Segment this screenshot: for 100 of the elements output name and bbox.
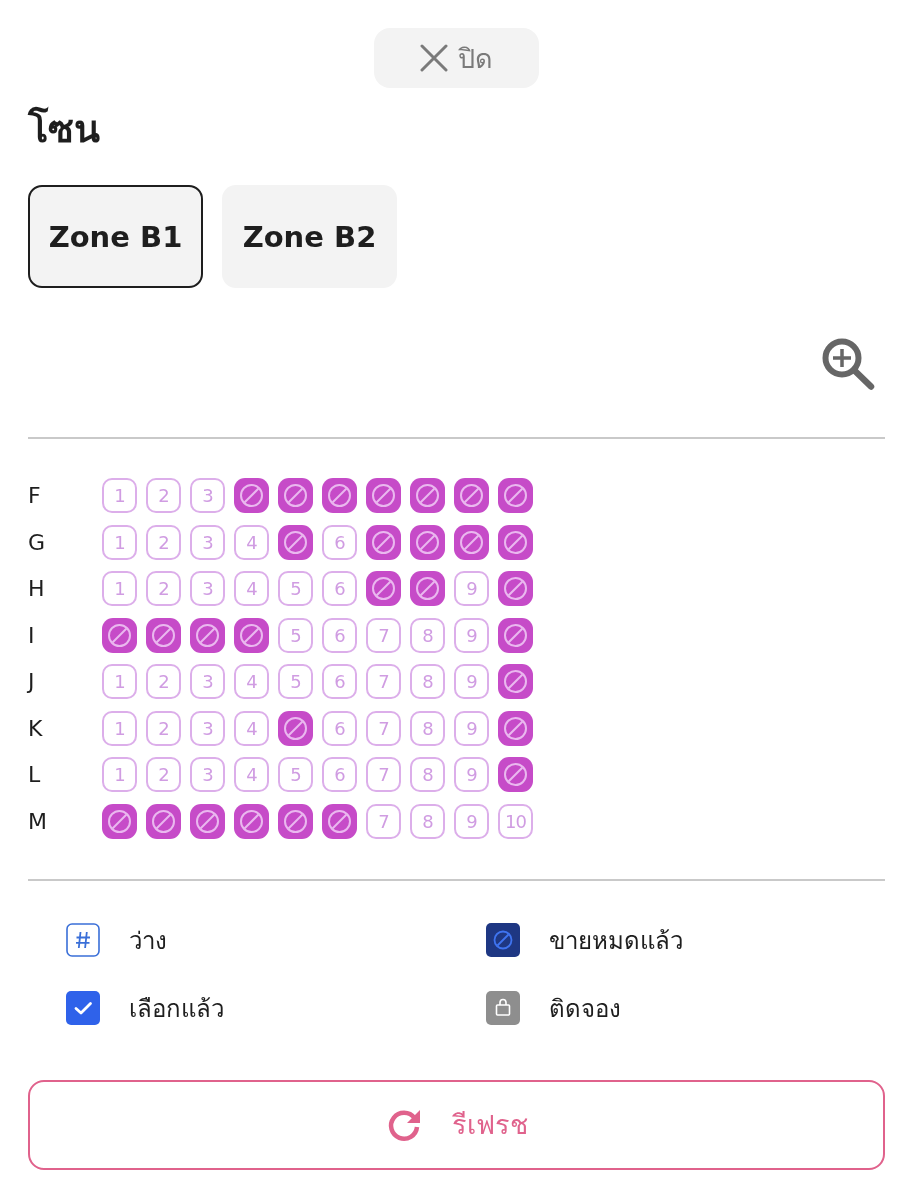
seat-button[interactable]: 2 — [146, 478, 181, 513]
seat-button[interactable]: 6 — [322, 664, 357, 699]
seat-button[interactable]: 10 — [498, 803, 533, 839]
blocked-seat-icon — [102, 803, 137, 839]
refresh-button[interactable]: รีเฟรช — [28, 1079, 885, 1170]
row-label: H — [28, 576, 46, 601]
seat-button[interactable]: 1 — [102, 757, 137, 792]
seat-button[interactable]: 7 — [366, 710, 401, 746]
seat-button[interactable]: 4 — [234, 571, 269, 606]
seat-button[interactable]: 7 — [366, 757, 401, 792]
row-label: L — [28, 762, 42, 787]
legend-label: ติดจอง — [549, 993, 621, 1025]
seat-button[interactable]: 8 — [410, 617, 445, 653]
seat-button[interactable]: 6 — [322, 757, 357, 792]
seat-button[interactable]: 8 — [410, 757, 445, 792]
seat-button[interactable]: 9 — [454, 617, 489, 653]
seat-button[interactable]: 2 — [146, 664, 181, 699]
seat-button[interactable]: 5 — [278, 664, 313, 699]
zone-tab[interactable]: Zone B1 — [28, 185, 203, 288]
row-label: J — [28, 669, 36, 694]
blocked-seat-icon — [190, 803, 225, 839]
seat-button[interactable]: 4 — [234, 757, 269, 792]
blocked-seat-icon — [498, 571, 533, 606]
seat-button[interactable]: 2 — [146, 524, 181, 560]
legend-label: ขายหมดแล้ว — [549, 925, 683, 957]
blocked-seat-icon — [102, 617, 137, 653]
blocked-seat-icon — [234, 478, 269, 513]
seat-button[interactable]: 9 — [454, 710, 489, 746]
seat-button[interactable]: 4 — [234, 664, 269, 699]
seat-button[interactable]: 3 — [190, 524, 225, 560]
seat-button[interactable]: 9 — [454, 571, 489, 606]
seat-button[interactable]: 3 — [190, 710, 225, 746]
blocked-seat-icon — [278, 803, 313, 839]
seat-button[interactable]: 7 — [366, 664, 401, 699]
checkbox-icon — [66, 991, 100, 1025]
row-label: G — [28, 529, 47, 555]
blocked-seat-icon — [498, 710, 533, 746]
seat-button[interactable]: 2 — [146, 710, 181, 746]
blocked-seat-icon — [366, 571, 401, 606]
seat-button[interactable]: 9 — [454, 757, 489, 792]
close-icon — [420, 44, 448, 72]
seat-button[interactable]: 9 — [454, 664, 489, 699]
row-label: F — [28, 483, 42, 508]
seat-button[interactable]: 3 — [190, 478, 225, 513]
blocked-seat-icon — [366, 478, 401, 513]
seat-button[interactable]: 1 — [102, 664, 137, 699]
seat-button[interactable]: 5 — [278, 757, 313, 792]
blocked-seat-icon — [322, 803, 357, 839]
seat-button[interactable]: 8 — [410, 664, 445, 699]
blocked-seat-icon — [410, 478, 445, 513]
seat-button[interactable]: 5 — [278, 617, 313, 653]
seat-button[interactable]: 4 — [234, 710, 269, 746]
seat-button[interactable]: 7 — [366, 803, 401, 839]
zoom-in-icon[interactable] — [822, 338, 875, 390]
seat-button[interactable]: 8 — [410, 803, 445, 839]
blocked-seat-icon — [410, 524, 445, 560]
seat-button[interactable]: 1 — [102, 524, 137, 560]
seat-button[interactable]: 6 — [322, 710, 357, 746]
seat-button[interactable]: 4 — [234, 524, 269, 560]
zone-tab[interactable]: Zone B2 — [222, 185, 397, 288]
row-label: K — [28, 715, 44, 741]
blocked-seat-icon — [454, 478, 489, 513]
seat-button[interactable]: 3 — [190, 757, 225, 792]
seat-button[interactable]: 6 — [322, 571, 357, 606]
blocked-seat-icon — [498, 757, 533, 792]
blocked-seat-icon — [498, 478, 533, 513]
seat-button[interactable]: 3 — [190, 664, 225, 699]
seat-button[interactable]: 2 — [146, 757, 181, 792]
seat-button[interactable]: 1 — [102, 710, 137, 746]
seat-button[interactable]: 9 — [454, 803, 489, 839]
bag-icon — [486, 991, 520, 1025]
blocked-seat-icon — [146, 617, 181, 653]
seat-button[interactable]: 6 — [322, 617, 357, 653]
blocked-seat-icon — [146, 803, 181, 839]
blocked-seat-icon — [498, 617, 533, 653]
seat-button[interactable]: 2 — [146, 571, 181, 606]
hash-icon — [66, 923, 100, 957]
blocked-seat-icon — [454, 524, 489, 560]
seat-button[interactable]: 6 — [322, 524, 357, 560]
close-button[interactable]: ปิด — [374, 28, 539, 88]
seat-button[interactable]: 7 — [366, 617, 401, 653]
seat-button[interactable]: 3 — [190, 571, 225, 606]
legend-label: ว่าง — [129, 925, 167, 957]
blocked-seat-icon — [410, 571, 445, 606]
seat-button[interactable]: 5 — [278, 571, 313, 606]
row-label: M — [28, 808, 48, 834]
blocked-seat-icon — [278, 710, 313, 746]
section-heading: โซน — [28, 106, 101, 152]
blocked-seat-icon — [190, 617, 225, 653]
row-label: I — [28, 622, 36, 648]
seat-button[interactable]: 1 — [102, 478, 137, 513]
seat-button[interactable]: 8 — [410, 710, 445, 746]
legend-label: เลือกแล้ว — [129, 993, 224, 1025]
seat-button[interactable]: 1 — [102, 571, 137, 606]
blocked-seat-icon — [322, 478, 357, 513]
blocked-seat-icon — [278, 478, 313, 513]
blocked-seat-icon — [498, 664, 533, 699]
blocked-seat-icon — [498, 524, 533, 560]
blocked-seat-icon — [234, 617, 269, 653]
blocked-seat-icon — [234, 803, 269, 839]
